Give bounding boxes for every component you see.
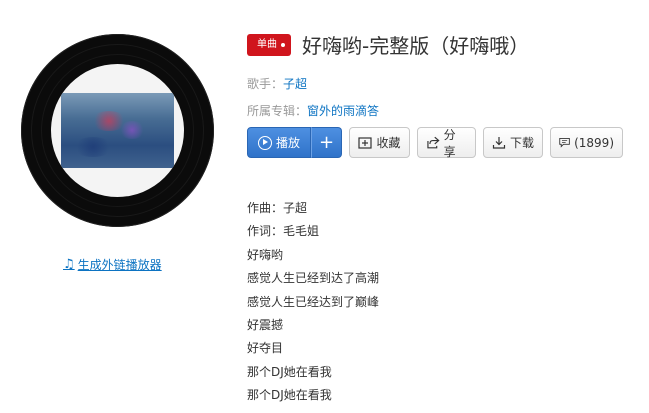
singer-link[interactable]: 子超 <box>283 77 307 91</box>
song-title: 好嗨哟-完整版（好嗨哦） <box>302 34 530 58</box>
share-icon <box>427 136 440 149</box>
singer-row: 歌手：子超 <box>247 75 307 92</box>
favorite-icon <box>358 137 373 149</box>
comment-button[interactable]: (1899) <box>550 127 623 158</box>
play-button[interactable]: 播放 <box>247 127 311 158</box>
action-toolbar: 播放 + 收藏 分享 下载 (1899) <box>247 127 623 159</box>
lyric-line: 好嗨哟 <box>247 247 284 262</box>
music-note-icon: ♫ <box>63 257 75 272</box>
generate-external-player-link[interactable]: ♫ 生成外链播放器 <box>63 256 162 273</box>
singer-label: 歌手： <box>247 77 284 91</box>
lyric-line: 作词：毛毛姐 <box>247 224 320 239</box>
download-label: 下载 <box>510 136 535 150</box>
album-link[interactable]: 窗外的雨滴答 <box>307 104 379 118</box>
lyric-line: 好夺目 <box>247 341 284 356</box>
lyric-line: 那个DJ她在看我 <box>247 364 332 379</box>
album-disc <box>21 34 214 227</box>
lyric-line: 感觉人生已经达到了巅峰 <box>247 294 380 309</box>
lyric-line: 那个DJ她在看我 <box>247 388 332 403</box>
comment-count: (1899) <box>574 135 614 150</box>
lyric-line: 作曲：子超 <box>247 201 308 215</box>
single-badge: 单曲 <box>247 33 291 56</box>
ext-link-label: 生成外链播放器 <box>77 258 162 272</box>
album-cover-image <box>61 93 174 168</box>
lyric-line: 感觉人生已经到达了高潮 <box>247 271 380 286</box>
play-icon <box>257 135 272 150</box>
favorite-button[interactable]: 收藏 <box>349 127 410 158</box>
play-label: 播放 <box>275 136 300 150</box>
song-header: 单曲 好嗨哟-完整版（好嗨哦） <box>247 30 529 59</box>
comment-icon <box>559 137 570 148</box>
disc-label <box>51 64 184 197</box>
add-to-playlist-button[interactable]: + <box>311 127 342 158</box>
favorite-label: 收藏 <box>376 136 401 150</box>
share-button[interactable]: 分享 <box>417 127 476 159</box>
lyric-line: 好震撼 <box>247 317 284 332</box>
download-button[interactable]: 下载 <box>483 127 543 158</box>
lyrics-block: 作曲：子超 作词：毛毛姐 好嗨哟 感觉人生已经到达了高潮 感觉人生已经达到了巅峰… <box>247 201 379 412</box>
album-label: 所属专辑： <box>247 104 308 118</box>
play-button-group: 播放 + <box>247 127 342 158</box>
download-icon <box>492 137 506 149</box>
share-label: 分享 <box>443 127 456 159</box>
album-row: 所属专辑：窗外的雨滴答 <box>247 102 379 119</box>
